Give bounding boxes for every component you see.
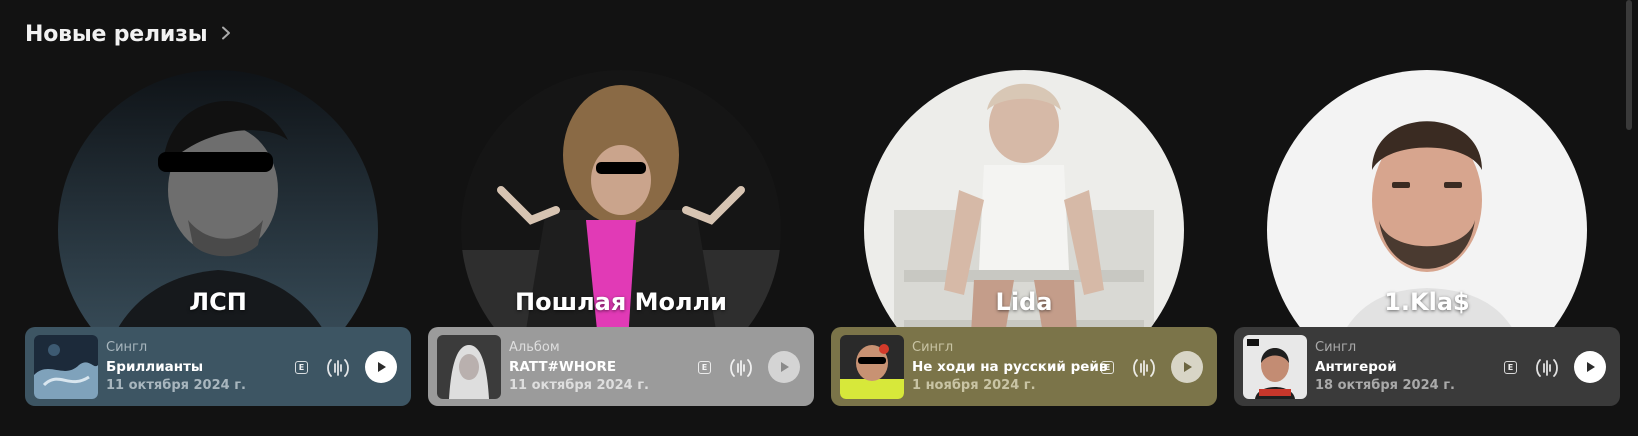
release-card: ЛСП Сингл Бриллианты 11 октября 2024 г. … bbox=[25, 70, 411, 406]
release-date: 1 ноября 2024 г. bbox=[912, 378, 1036, 393]
explicit-icon: E bbox=[698, 361, 711, 374]
play-icon bbox=[781, 362, 789, 372]
play-button[interactable] bbox=[1171, 351, 1203, 383]
my-wave-icon[interactable] bbox=[325, 355, 351, 381]
play-button[interactable] bbox=[1574, 351, 1606, 383]
explicit-icon: E bbox=[1101, 361, 1114, 374]
release-bar[interactable]: Сингл Антигерой 18 октября 2024 г. E bbox=[1234, 327, 1620, 406]
release-cover[interactable] bbox=[1243, 335, 1307, 399]
play-button[interactable] bbox=[365, 351, 397, 383]
release-type: Сингл bbox=[106, 340, 148, 355]
play-icon bbox=[1184, 362, 1192, 372]
release-title[interactable]: RATT#WHORE bbox=[509, 359, 616, 375]
artist-name[interactable]: 1.Kla$ bbox=[1234, 288, 1620, 316]
release-date: 11 октября 2024 г. bbox=[509, 378, 649, 393]
release-card: 1.Kla$ Сингл Антигерой 18 октября 2024 г… bbox=[1234, 70, 1620, 406]
release-type: Сингл bbox=[1315, 340, 1357, 355]
release-bar[interactable]: Сингл Бриллианты 11 октября 2024 г. E bbox=[25, 327, 411, 406]
play-button[interactable] bbox=[768, 351, 800, 383]
scrollbar[interactable] bbox=[1626, 0, 1632, 130]
release-bar[interactable]: Сингл Не ходи на русский рейв 1 ноября 2… bbox=[831, 327, 1217, 406]
release-cards: ЛСП Сингл Бриллианты 11 октября 2024 г. … bbox=[25, 70, 1620, 406]
play-icon bbox=[1587, 362, 1595, 372]
release-type: Альбом bbox=[509, 340, 560, 355]
artist-name[interactable]: Lida bbox=[831, 288, 1217, 316]
my-wave-icon[interactable] bbox=[1534, 355, 1560, 381]
artist-name[interactable]: Пошлая Молли bbox=[428, 288, 814, 316]
release-date: 11 октября 2024 г. bbox=[106, 378, 246, 393]
section-header[interactable]: Новые релизы bbox=[25, 22, 233, 47]
release-title[interactable]: Антигерой bbox=[1315, 359, 1397, 375]
release-cover[interactable] bbox=[437, 335, 501, 399]
release-cover[interactable] bbox=[840, 335, 904, 399]
release-cover[interactable] bbox=[34, 335, 98, 399]
release-bar[interactable]: Альбом RATT#WHORE 11 октября 2024 г. E bbox=[428, 327, 814, 406]
release-type: Сингл bbox=[912, 340, 954, 355]
play-icon bbox=[378, 362, 386, 372]
release-card: Lida Сингл Не ходи на русский рейв 1 ноя… bbox=[831, 70, 1217, 406]
release-title[interactable]: Бриллианты bbox=[106, 359, 203, 375]
chevron-right-icon[interactable] bbox=[219, 25, 233, 44]
release-card: Пошлая Молли Альбом RATT#WHORE 11 октябр… bbox=[428, 70, 814, 406]
release-date: 18 октября 2024 г. bbox=[1315, 378, 1455, 393]
section-title[interactable]: Новые релизы bbox=[25, 22, 208, 47]
artist-name[interactable]: ЛСП bbox=[25, 288, 411, 316]
explicit-icon: E bbox=[295, 361, 308, 374]
my-wave-icon[interactable] bbox=[728, 355, 754, 381]
release-title[interactable]: Не ходи на русский рейв bbox=[912, 359, 1107, 375]
new-releases-page: Новые релизы ЛСП Сингл Бриллианты 11 окт… bbox=[0, 0, 1638, 436]
explicit-icon: E bbox=[1504, 361, 1517, 374]
my-wave-icon[interactable] bbox=[1131, 355, 1157, 381]
